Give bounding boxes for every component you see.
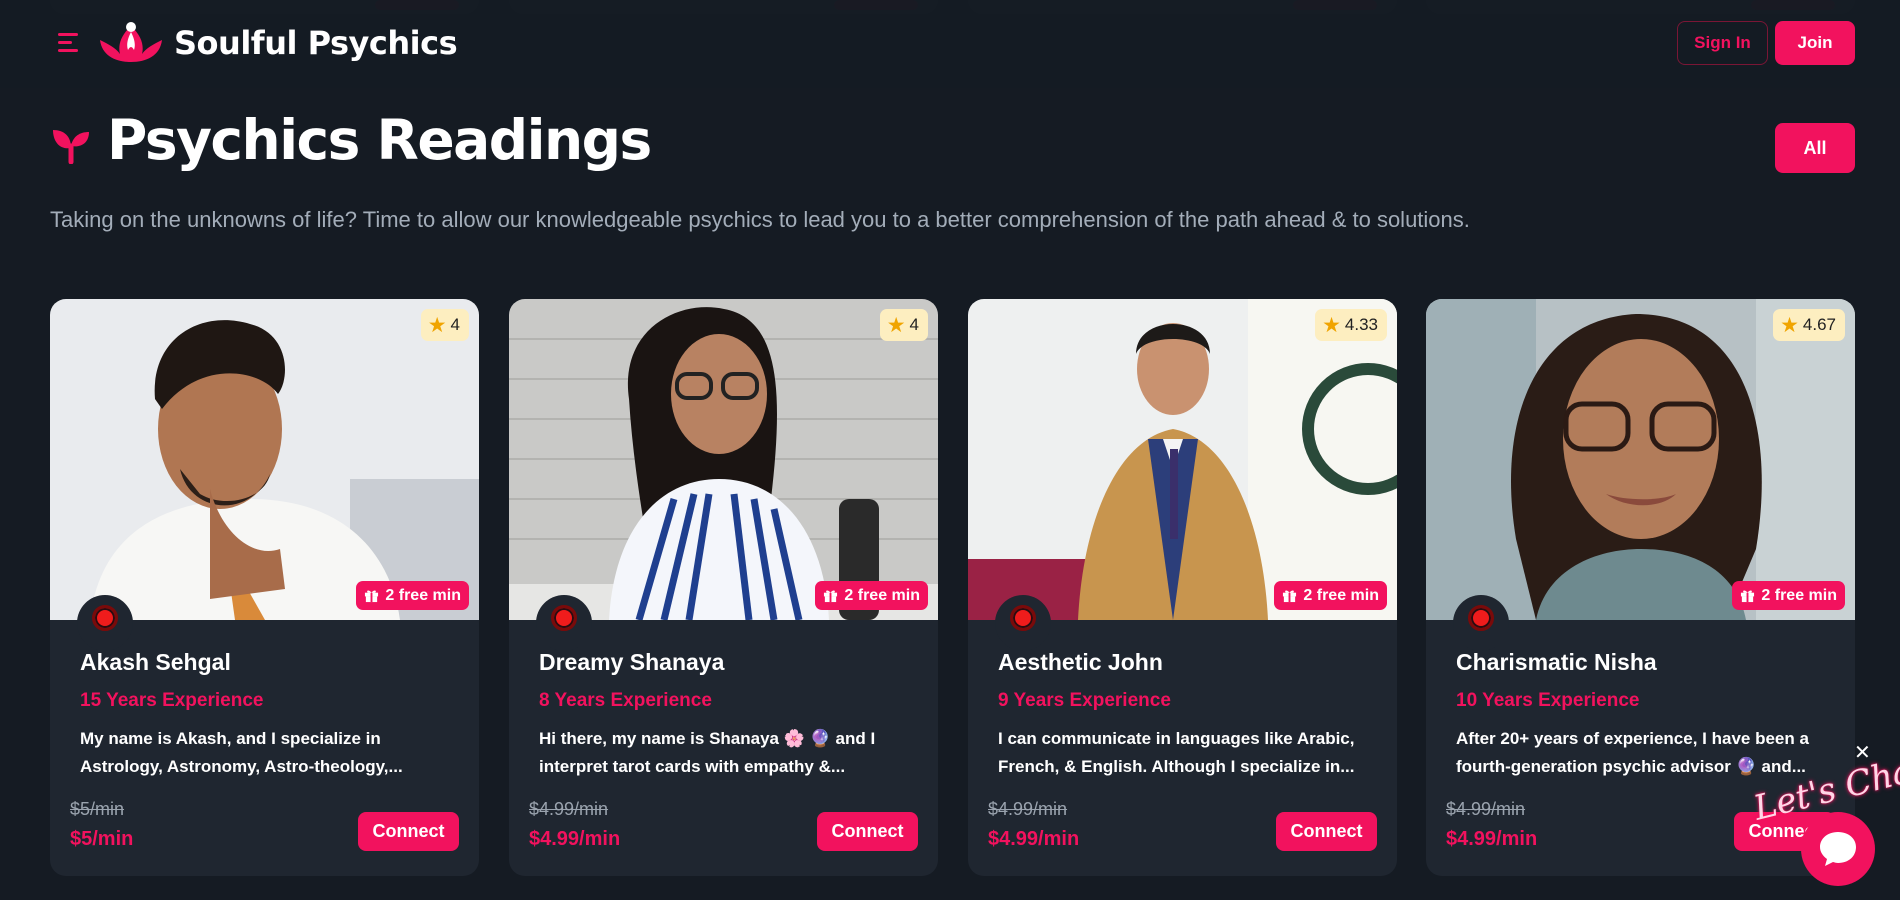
gift-icon [824,590,838,603]
rating-value: 4.67 [1802,315,1836,334]
current-price: $4.99/min [988,828,1080,850]
connect-button[interactable]: Connect [817,812,918,851]
rating-value: 4 [450,315,460,334]
current-price: $4.99/min [529,828,621,850]
original-price: $4.99/min [1446,799,1526,819]
sign-in-button[interactable]: Sign In [1677,21,1768,65]
current-price: $4.99/min [1446,828,1538,850]
star-icon: ★ [1322,313,1341,337]
psychic-card[interactable]: ★ 4 2 free min Dreamy Shanaya 8 Years Ex… [509,299,938,876]
section-title: Psychics Readings [107,108,652,172]
star-icon: ★ [886,313,906,337]
star-icon: ★ [427,313,447,337]
lotus-logo-icon [100,22,162,62]
free-minutes-text: 2 free min [844,586,920,604]
offline-status-icon [1468,605,1494,631]
offline-status-icon [551,605,577,631]
psychic-name[interactable]: Dreamy Shanaya [539,649,724,676]
psychic-photo [1426,299,1855,620]
offline-status-icon [92,605,118,631]
original-price: $4.99/min [529,799,609,819]
psychic-description: My name is Akash, and I specialize in As… [80,729,403,776]
view-all-button[interactable]: All [1775,123,1855,173]
rating-badge: ★ 4 [420,309,469,341]
chat-bubble-icon [1820,832,1856,866]
psychic-name[interactable]: Akash Sehgal [80,649,231,676]
experience-text: 9 Years Experience [998,690,1171,711]
psychic-description: After 20+ years of experience, I have be… [1456,729,1809,776]
psychic-description: I can communicate in languages like Arab… [998,729,1355,776]
hamburger-menu-icon[interactable] [58,33,82,53]
connect-button[interactable]: Connect [358,812,459,851]
connect-button[interactable]: Connect [1276,812,1377,851]
experience-text: 15 Years Experience [80,690,264,711]
psychic-photo [50,299,479,620]
chat-close-icon[interactable]: ✕ [1854,740,1871,765]
original-price: $4.99/min [988,799,1068,819]
rating-badge: ★ 4.67 [1773,309,1845,341]
brand-name: Soulful Psychics [174,24,458,62]
star-icon: ★ [1780,313,1799,337]
experience-text: 8 Years Experience [539,690,712,711]
rating-badge: ★ 4.33 [1315,309,1387,341]
psychic-photo [968,299,1397,620]
free-minutes-badge: 2 free min [1732,581,1845,610]
psychic-card[interactable]: ★ 4.67 2 free min Charismatic Nisha 10 Y… [1426,299,1855,876]
gift-icon [365,590,379,603]
original-price: $5/min [70,799,125,819]
offline-status-icon [1010,605,1036,631]
free-minutes-text: 2 free min [1303,586,1379,604]
chat-launcher-button[interactable] [1801,812,1875,886]
psychic-card[interactable]: ★ 4 2 free min Akash Sehgal 15 Years Exp… [50,299,479,876]
psychic-description: Hi there, my name is Shanaya 🌸 🔮 and I i… [539,729,876,776]
current-price: $5/min [70,828,134,850]
psychic-photo [509,299,938,620]
rating-badge: ★ 4 [879,309,928,341]
free-minutes-badge: 2 free min [815,581,928,610]
join-button[interactable]: Join [1775,21,1855,65]
free-minutes-text: 2 free min [385,586,461,604]
psychic-card[interactable]: ★ 4.33 2 free min Aesthetic John 9 Years… [968,299,1397,876]
free-minutes-badge: 2 free min [356,581,469,610]
free-minutes-badge: 2 free min [1274,581,1387,610]
gift-icon [1741,590,1755,603]
rating-value: 4 [909,315,919,334]
psychic-name[interactable]: Aesthetic John [998,649,1163,676]
rating-value: 4.33 [1344,315,1378,334]
psychic-name[interactable]: Charismatic Nisha [1456,649,1657,676]
brand-logo[interactable]: Soulful Psychics [98,18,458,68]
sprout-icon [53,130,89,164]
gift-icon [1283,590,1297,603]
experience-text: 10 Years Experience [1456,690,1640,711]
section-subtitle: Taking on the unknowns of life? Time to … [50,207,1470,232]
site-header: Soulful Psychics Sign In Join [0,0,1900,88]
free-minutes-text: 2 free min [1761,586,1837,604]
